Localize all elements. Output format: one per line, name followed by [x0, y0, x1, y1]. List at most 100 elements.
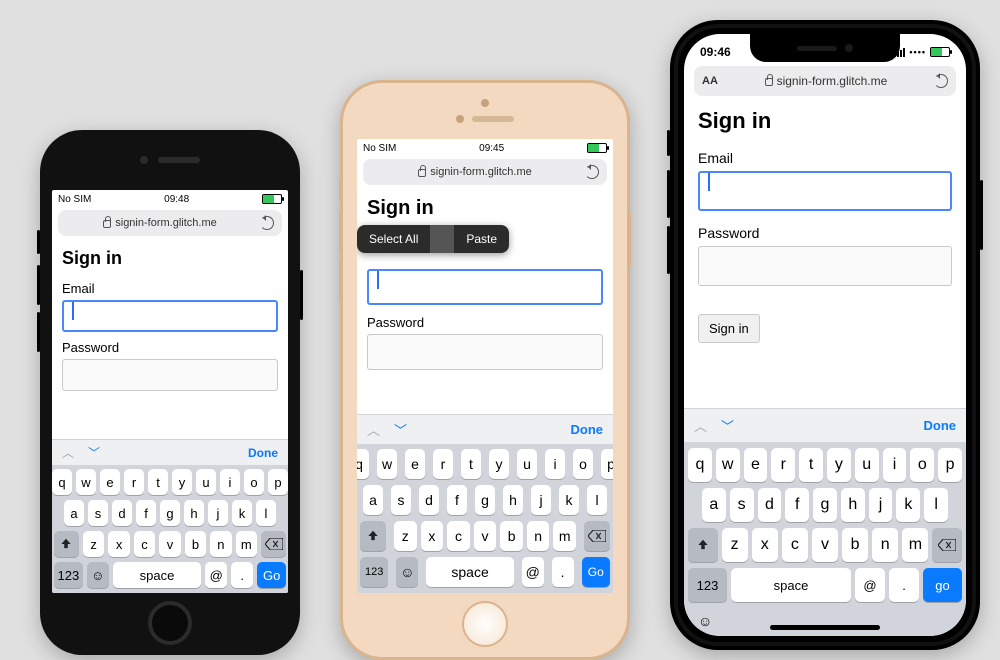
key-w[interactable]: w — [76, 469, 96, 495]
go-key[interactable]: Go — [257, 562, 286, 588]
go-key[interactable]: Go — [582, 557, 610, 587]
at-key[interactable]: @ — [205, 562, 227, 588]
key-v[interactable]: v — [474, 521, 497, 551]
key-b[interactable]: b — [500, 521, 523, 551]
key-z[interactable]: z — [394, 521, 417, 551]
key-r[interactable]: r — [433, 449, 453, 479]
key-y[interactable]: y — [172, 469, 192, 495]
space-key[interactable]: space — [426, 557, 514, 587]
key-t[interactable]: t — [148, 469, 168, 495]
select-all-button[interactable]: Select All — [357, 225, 430, 253]
numbers-key[interactable]: 123 — [54, 562, 83, 588]
reload-icon[interactable] — [585, 165, 599, 179]
key-s[interactable]: s — [391, 485, 411, 515]
backspace-key[interactable] — [584, 521, 610, 551]
key-z[interactable]: z — [722, 528, 748, 562]
key-j[interactable]: j — [531, 485, 551, 515]
key-b[interactable]: b — [185, 531, 206, 557]
signin-button[interactable]: Sign in — [698, 314, 760, 343]
at-key[interactable]: @ — [522, 557, 544, 587]
prev-field-icon[interactable]: ︿ — [694, 416, 707, 435]
email-field[interactable] — [698, 171, 952, 211]
key-q[interactable]: q — [52, 469, 72, 495]
done-button[interactable]: Done — [248, 446, 278, 460]
key-y[interactable]: y — [827, 448, 851, 482]
key-y[interactable]: y — [489, 449, 509, 479]
key-w[interactable]: w — [377, 449, 397, 479]
home-button[interactable] — [462, 601, 508, 647]
key-f[interactable]: f — [785, 488, 809, 522]
dot-key[interactable]: . — [231, 562, 253, 588]
key-o[interactable]: o — [910, 448, 934, 482]
key-l[interactable]: l — [924, 488, 948, 522]
key-c[interactable]: c — [134, 531, 155, 557]
key-i[interactable]: i — [220, 469, 240, 495]
key-g[interactable]: g — [475, 485, 495, 515]
key-e[interactable]: e — [100, 469, 120, 495]
paste-button[interactable]: Paste — [454, 225, 509, 253]
url-bar[interactable]: signin-form.glitch.me — [58, 210, 282, 236]
key-d[interactable]: d — [112, 500, 132, 526]
go-key[interactable]: go — [923, 568, 962, 602]
emoji-key[interactable]: ☺ — [396, 557, 418, 587]
prev-field-icon[interactable]: ︿ — [62, 444, 74, 461]
prev-field-icon[interactable]: ︿ — [367, 420, 380, 439]
done-button[interactable]: Done — [571, 422, 604, 437]
key-i[interactable]: i — [545, 449, 565, 479]
key-f[interactable]: f — [136, 500, 156, 526]
numbers-key[interactable]: 123 — [360, 557, 388, 587]
key-o[interactable]: o — [573, 449, 593, 479]
backspace-key[interactable] — [261, 531, 286, 557]
key-n[interactable]: n — [872, 528, 898, 562]
key-p[interactable]: p — [938, 448, 962, 482]
key-x[interactable]: x — [421, 521, 444, 551]
reload-icon[interactable] — [934, 74, 948, 88]
key-f[interactable]: f — [447, 485, 467, 515]
key-b[interactable]: b — [842, 528, 868, 562]
key-p[interactable]: p — [268, 469, 288, 495]
key-u[interactable]: u — [855, 448, 879, 482]
key-a[interactable]: a — [363, 485, 383, 515]
key-m[interactable]: m — [553, 521, 576, 551]
key-a[interactable]: a — [702, 488, 726, 522]
key-m[interactable]: m — [236, 531, 257, 557]
key-x[interactable]: x — [108, 531, 129, 557]
key-p[interactable]: p — [601, 449, 613, 479]
space-key[interactable]: space — [731, 568, 851, 602]
key-u[interactable]: u — [196, 469, 216, 495]
key-r[interactable]: r — [771, 448, 795, 482]
key-e[interactable]: e — [744, 448, 768, 482]
key-l[interactable]: l — [587, 485, 607, 515]
dot-key[interactable]: . — [889, 568, 919, 602]
key-g[interactable]: g — [160, 500, 180, 526]
key-c[interactable]: c — [447, 521, 470, 551]
key-w[interactable]: w — [716, 448, 740, 482]
key-h[interactable]: h — [503, 485, 523, 515]
space-key[interactable]: space — [113, 562, 201, 588]
key-k[interactable]: k — [559, 485, 579, 515]
aa-button[interactable]: AA — [702, 75, 718, 87]
email-field[interactable] — [62, 300, 278, 332]
next-field-icon[interactable]: ﹀ — [88, 444, 100, 461]
password-field[interactable] — [698, 246, 952, 286]
key-s[interactable]: s — [88, 500, 108, 526]
key-s[interactable]: s — [730, 488, 754, 522]
at-key[interactable]: @ — [855, 568, 885, 602]
key-d[interactable]: d — [419, 485, 439, 515]
key-o[interactable]: o — [244, 469, 264, 495]
password-field[interactable] — [62, 359, 278, 391]
password-field[interactable] — [367, 334, 603, 370]
key-v[interactable]: v — [159, 531, 180, 557]
done-button[interactable]: Done — [924, 418, 957, 433]
key-q[interactable]: q — [357, 449, 369, 479]
shift-key[interactable] — [360, 521, 386, 551]
key-e[interactable]: e — [405, 449, 425, 479]
key-z[interactable]: z — [83, 531, 104, 557]
emoji-key[interactable]: ☺ — [87, 562, 109, 588]
home-indicator[interactable] — [770, 625, 880, 630]
emoji-key[interactable]: ☺ — [698, 613, 712, 629]
key-d[interactable]: d — [758, 488, 782, 522]
key-x[interactable]: x — [752, 528, 778, 562]
shift-key[interactable] — [688, 528, 718, 562]
email-field[interactable] — [367, 269, 603, 305]
